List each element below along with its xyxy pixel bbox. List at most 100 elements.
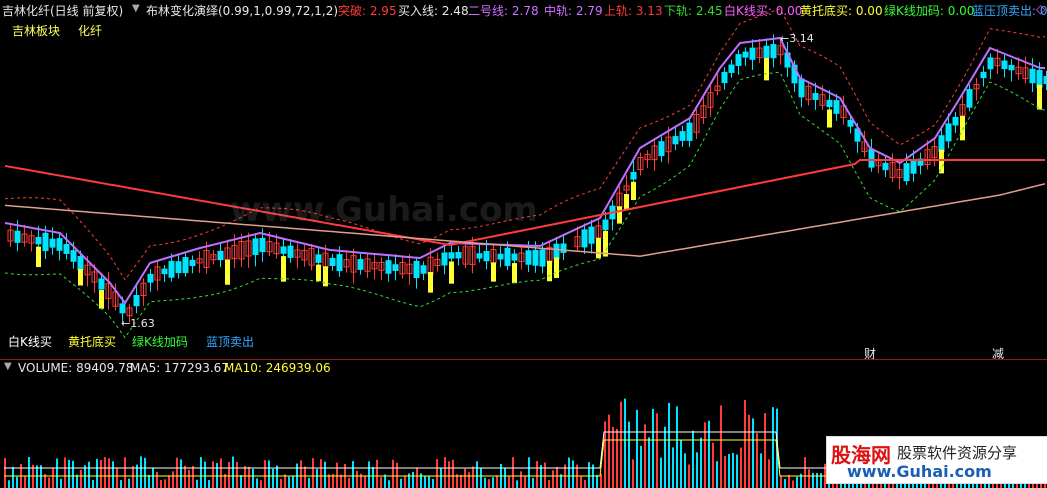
volume-bar <box>712 442 714 488</box>
candle <box>1001 60 1008 70</box>
upper-band-line <box>4 8 1046 281</box>
volume-bar <box>396 462 398 488</box>
candle <box>413 260 420 279</box>
volume-bar <box>8 480 10 488</box>
volume-bar <box>388 480 390 488</box>
candle <box>441 252 448 266</box>
volume-bar <box>552 470 554 488</box>
candle <box>98 278 105 290</box>
value-second-line: 二号线: 2.78 <box>468 4 539 18</box>
volume-bar <box>364 475 366 488</box>
volume-bar <box>268 460 270 488</box>
volume-bar <box>416 467 418 488</box>
volume-bar <box>664 426 666 488</box>
candle <box>511 253 518 261</box>
volume-bar <box>536 461 538 488</box>
signal-bar-yellow <box>939 149 944 174</box>
volume-bar <box>644 424 646 488</box>
volume-bar <box>140 456 142 488</box>
volume-bar <box>220 458 222 488</box>
stock-title[interactable]: 吉林化纤(日线 前复权) <box>2 2 123 19</box>
signal-bar-yellow <box>827 109 832 128</box>
volume-bar <box>640 445 642 488</box>
volume-bar <box>472 466 474 488</box>
candle <box>1008 64 1015 71</box>
volume-bar <box>212 461 214 488</box>
candle <box>182 257 189 274</box>
volume-bar <box>524 475 526 488</box>
volume-bar <box>236 461 238 488</box>
volume-bar <box>184 465 186 488</box>
volume-bar <box>252 468 254 488</box>
candle <box>721 71 728 84</box>
volume-bar <box>588 462 590 488</box>
value-breakout: 突破: 2.95 <box>338 4 397 18</box>
volume-bar <box>616 428 618 488</box>
candle <box>287 245 294 258</box>
volume-bar <box>12 466 14 488</box>
candle <box>77 255 84 271</box>
price-chart[interactable] <box>0 0 1047 360</box>
volume-bar <box>160 479 162 488</box>
volume-bar <box>608 414 610 488</box>
volume-bar <box>188 469 190 488</box>
candle <box>679 131 686 141</box>
volume-bar <box>120 480 122 488</box>
volume-bar <box>624 398 626 488</box>
signal-bar-yellow <box>449 261 454 284</box>
volume-bar <box>336 462 338 488</box>
volume-bar <box>168 475 170 488</box>
high-price-value: 3.14 <box>789 32 814 45</box>
sector-label: 化纤 <box>78 24 103 38</box>
candle <box>161 268 168 275</box>
volume-bar <box>200 457 202 488</box>
volume-bar <box>488 479 490 488</box>
volume-bar <box>56 458 58 488</box>
volume-bar <box>132 466 134 488</box>
volume-bar <box>700 437 702 488</box>
volume-bar <box>572 460 574 488</box>
volume-bar <box>792 480 794 488</box>
chevron-down-icon[interactable]: ▼ <box>4 361 12 372</box>
volume-bar <box>548 480 550 488</box>
value-yellow-support-buy: 黄托底买: 0.00 <box>800 4 883 18</box>
volume-bar <box>652 408 654 488</box>
volume-bar <box>156 471 158 488</box>
volume-bar <box>192 465 194 488</box>
volume-bar <box>476 461 478 488</box>
volume-bar <box>724 456 726 488</box>
volume-bar <box>380 477 382 488</box>
signal-bar-yellow <box>547 260 552 282</box>
volume-bar <box>228 462 230 488</box>
volume-bar <box>392 459 394 488</box>
indicator-name[interactable]: 布林变化演绎(0.99,1,0.99,72,1,2) <box>146 2 338 19</box>
volume-bar <box>124 457 126 488</box>
volume-bar <box>580 476 582 488</box>
candle <box>882 162 889 171</box>
volume-bar <box>672 447 674 488</box>
volume-bar <box>292 475 294 488</box>
volume-bar <box>316 468 318 488</box>
volume-bar <box>304 466 306 488</box>
diamond-icon[interactable]: ◇ <box>1036 2 1045 16</box>
candle <box>903 163 910 182</box>
candle <box>56 238 63 251</box>
value-green-k-add: 绿K线加码: 0.00 <box>884 4 975 18</box>
volume-bar <box>656 413 658 488</box>
chevron-down-icon[interactable]: ▼ <box>132 3 140 14</box>
volume-bar <box>772 407 774 488</box>
volume-bar <box>112 461 114 488</box>
candle <box>420 265 427 274</box>
volume-bar <box>72 460 74 488</box>
candle <box>658 141 665 157</box>
volume-bar <box>208 480 210 488</box>
volume-bar <box>116 467 118 488</box>
candle <box>525 250 532 265</box>
volume-bar <box>172 471 174 488</box>
volume-bar <box>676 406 678 488</box>
volume-bar <box>804 457 806 488</box>
volume-bar <box>244 465 246 488</box>
volume-bar <box>788 474 790 488</box>
volume-bar <box>748 414 750 488</box>
volume-bar <box>596 474 598 488</box>
